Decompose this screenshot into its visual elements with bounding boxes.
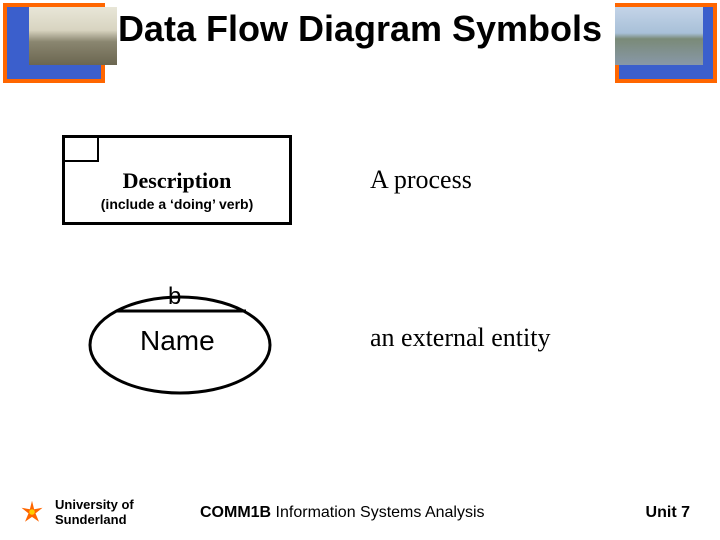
university-name: University of Sunderland <box>55 497 134 528</box>
course-name: Information Systems Analysis <box>271 504 484 521</box>
decorative-photo-left <box>29 7 117 65</box>
process-id-cell <box>65 138 99 162</box>
process-description-label: Description <box>65 168 289 194</box>
process-caption: A process <box>370 165 472 195</box>
entity-name-label: Name <box>140 325 215 357</box>
header-accent-right <box>615 3 717 83</box>
header-accent-left <box>3 3 105 83</box>
entity-caption: an external entity <box>370 323 550 353</box>
unit-number: Unit 7 <box>646 504 690 522</box>
course-code: COMM1B <box>200 504 271 521</box>
decorative-photo-right <box>615 7 703 65</box>
process-subtext: (include a ‘doing’ verb) <box>65 196 289 212</box>
slide-title: Data Flow Diagram Symbols <box>110 8 610 49</box>
university-logo-icon <box>18 498 46 526</box>
university-line1: University of <box>55 497 134 512</box>
entity-id-label: b <box>168 283 181 311</box>
external-entity-symbol: b Name <box>78 275 283 405</box>
process-symbol-box: Description (include a ‘doing’ verb) <box>62 135 292 225</box>
course-title: COMM1B Information Systems Analysis <box>200 504 485 522</box>
university-line2: Sunderland <box>55 512 127 527</box>
